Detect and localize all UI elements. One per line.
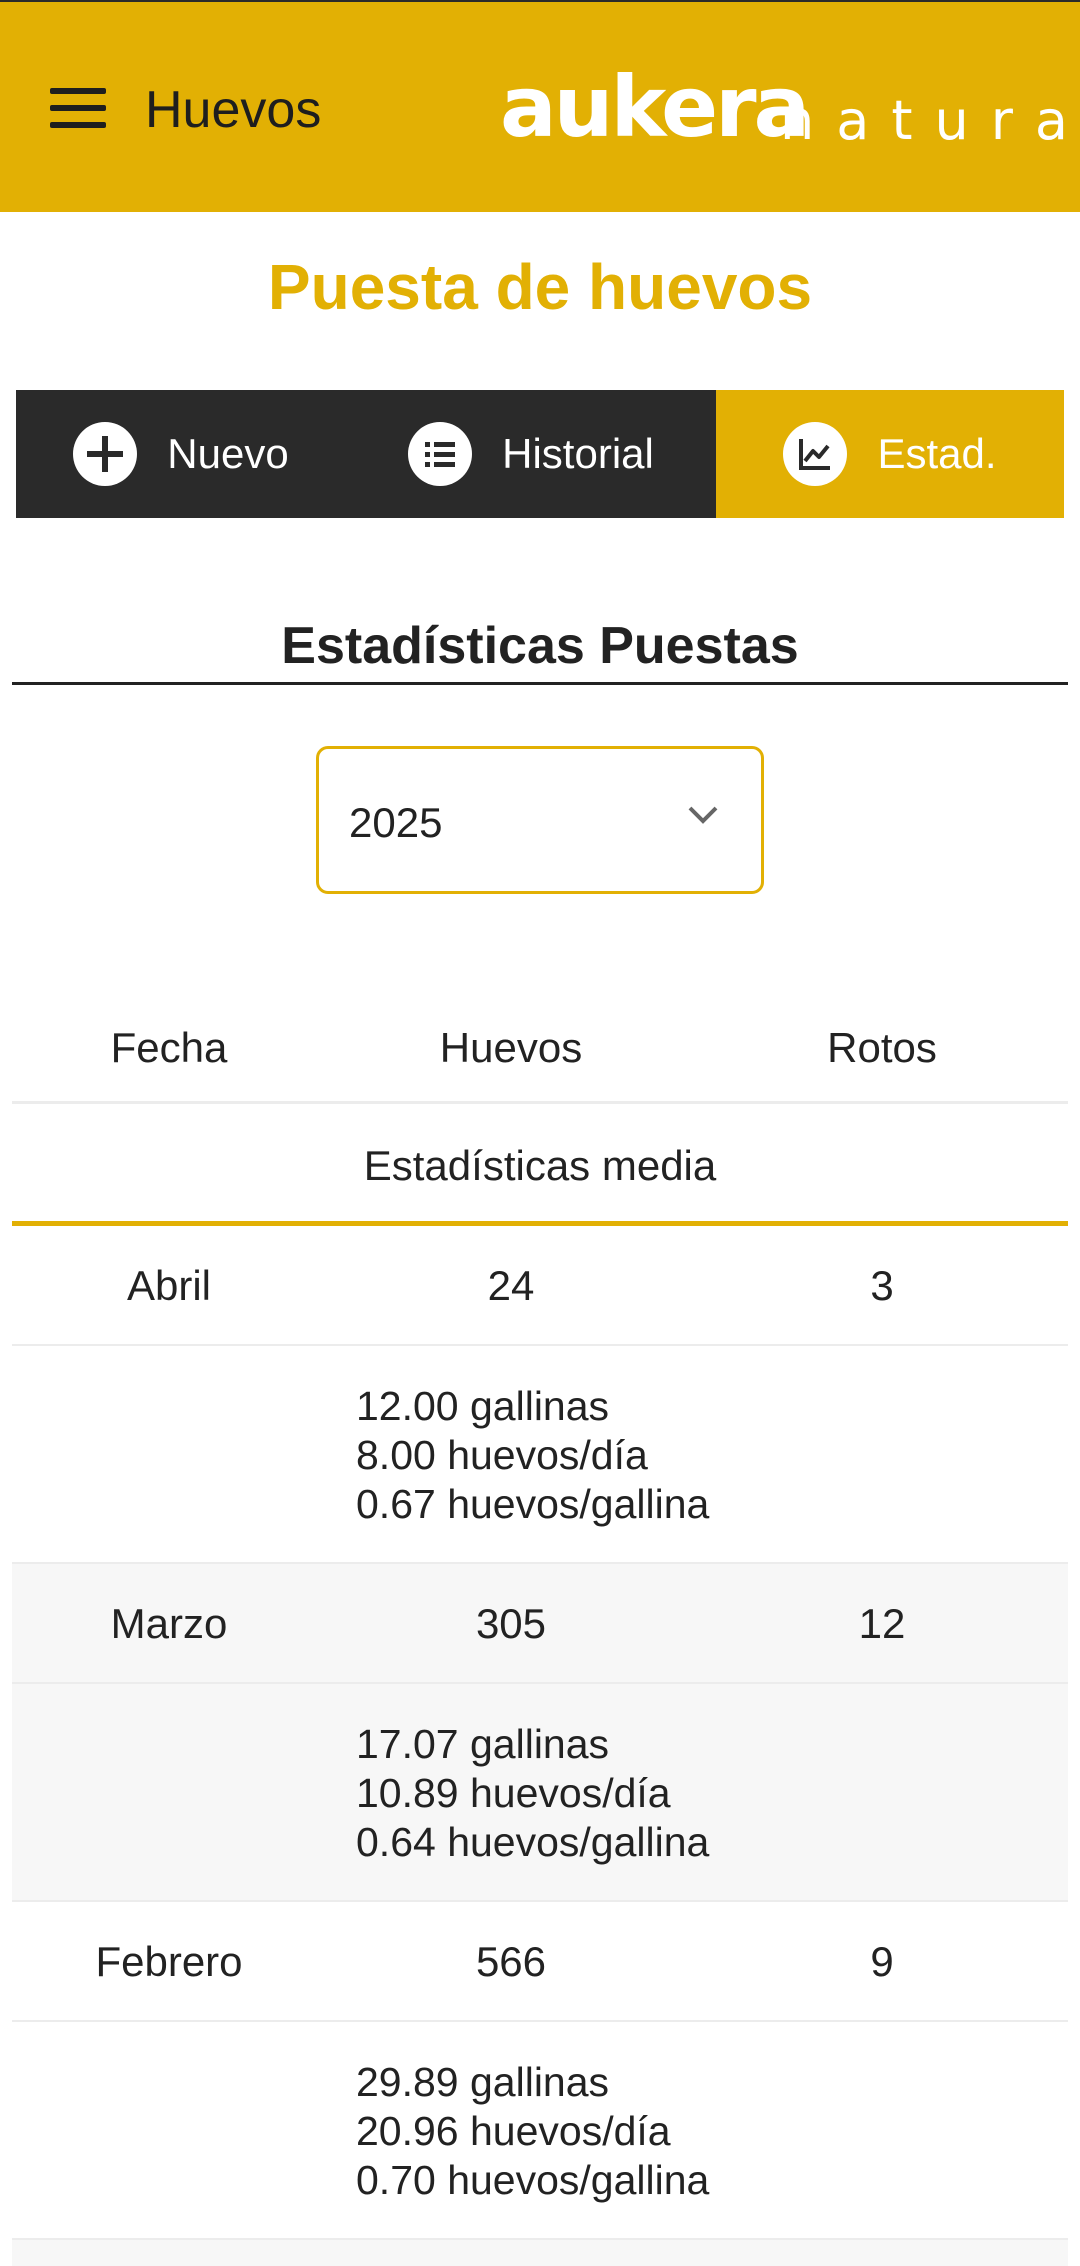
cell-fecha: Febrero [95, 1938, 243, 1985]
year-select-value: 2025 [349, 799, 443, 846]
stats-average-label: Estadísticas media [12, 1104, 1068, 1226]
top-app-bar: Huevos aukera natura [0, 0, 1080, 212]
month-group-marzo: Marzo 305 12 17.07 gallinas 10.89 huevos… [12, 1564, 1068, 1902]
brand-logo: aukera natura [500, 58, 1068, 156]
cell-rotos: 3 [870, 1262, 894, 1309]
logo-main-text: aukera [500, 58, 810, 156]
tab-bar: Nuevo Historial Estad. [16, 390, 1064, 518]
tab-historial-label: Historial [502, 430, 654, 477]
detail-gallinas: 29.89 gallinas [356, 2059, 610, 2105]
detail-row: 29.89 gallinas 20.96 huevos/día 0.70 hue… [12, 2022, 1068, 2240]
section-divider [12, 682, 1068, 685]
tab-estadisticas-label: Estad. [877, 430, 997, 477]
table-row: Febrero 566 9 [12, 1902, 1068, 2022]
cell-fecha: Abril [126, 1262, 212, 1309]
month-group-abril: Abril 24 3 12.00 gallinas 8.00 huevos/dí… [12, 1226, 1068, 1564]
detail-huevos-gallina: 0.67 huevos/gallina [356, 1481, 710, 1527]
detail-lines: 29.89 gallinas 20.96 huevos/día 0.70 hue… [356, 2058, 709, 2205]
chevron-down-icon [687, 805, 719, 830]
month-group-next [12, 2240, 1068, 2266]
tab-nuevo[interactable]: Nuevo [16, 390, 346, 518]
header-rotos: Rotos [827, 1024, 937, 1071]
tab-historial[interactable]: Historial [346, 390, 716, 518]
cell-rotos: 9 [870, 1938, 894, 1985]
cell-fecha: Marzo [110, 1600, 228, 1647]
plus-circle-icon [73, 422, 138, 486]
cell-huevos: 305 [475, 1600, 547, 1647]
tab-estadisticas[interactable]: Estad. [716, 390, 1064, 518]
section-title: Estadísticas Puestas [281, 617, 799, 675]
stats-table-body: Abril 24 3 12.00 gallinas 8.00 huevos/dí… [12, 1226, 1068, 2266]
header-huevos: Huevos [439, 1024, 583, 1071]
detail-lines: 12.00 gallinas 8.00 huevos/día 0.67 huev… [356, 1382, 709, 1529]
detail-row: 17.07 gallinas 10.89 huevos/día 0.64 hue… [12, 1684, 1068, 1902]
detail-huevos-gallina: 0.64 huevos/gallina [356, 1819, 710, 1865]
table-row: Abril 24 3 [12, 1226, 1068, 1346]
hamburger-menu-icon[interactable] [50, 88, 106, 128]
detail-lines: 17.07 gallinas 10.89 huevos/día 0.64 hue… [356, 1720, 709, 1867]
detail-huevos-dia: 20.96 huevos/día [356, 2108, 671, 2154]
detail-row: 12.00 gallinas 8.00 huevos/día 0.67 huev… [12, 1346, 1068, 1564]
cell-huevos: 24 [487, 1262, 535, 1309]
page-title: Puesta de huevos [267, 251, 813, 323]
logo-sub-text: natura [780, 89, 1080, 152]
table-row: Marzo 305 12 [12, 1564, 1068, 1684]
cell-huevos: 566 [475, 1938, 547, 1985]
detail-huevos-dia: 10.89 huevos/día [356, 1770, 671, 1816]
app-bar-title: Huevos [145, 81, 322, 139]
table-header: Fecha Huevos Rotos [12, 1000, 1068, 1104]
tab-nuevo-label: Nuevo [167, 430, 289, 477]
month-group-febrero: Febrero 566 9 29.89 gallinas 20.96 huevo… [12, 1902, 1068, 2240]
header-fecha: Fecha [110, 1024, 228, 1071]
year-select[interactable]: 2025 [316, 746, 764, 894]
detail-huevos-dia: 8.00 huevos/día [356, 1432, 648, 1478]
chart-line-icon [783, 422, 848, 486]
detail-gallinas: 17.07 gallinas [356, 1721, 610, 1767]
detail-gallinas: 12.00 gallinas [356, 1383, 610, 1429]
list-icon [408, 422, 473, 486]
cell-rotos: 12 [858, 1600, 906, 1647]
detail-huevos-gallina: 0.70 huevos/gallina [356, 2157, 710, 2203]
